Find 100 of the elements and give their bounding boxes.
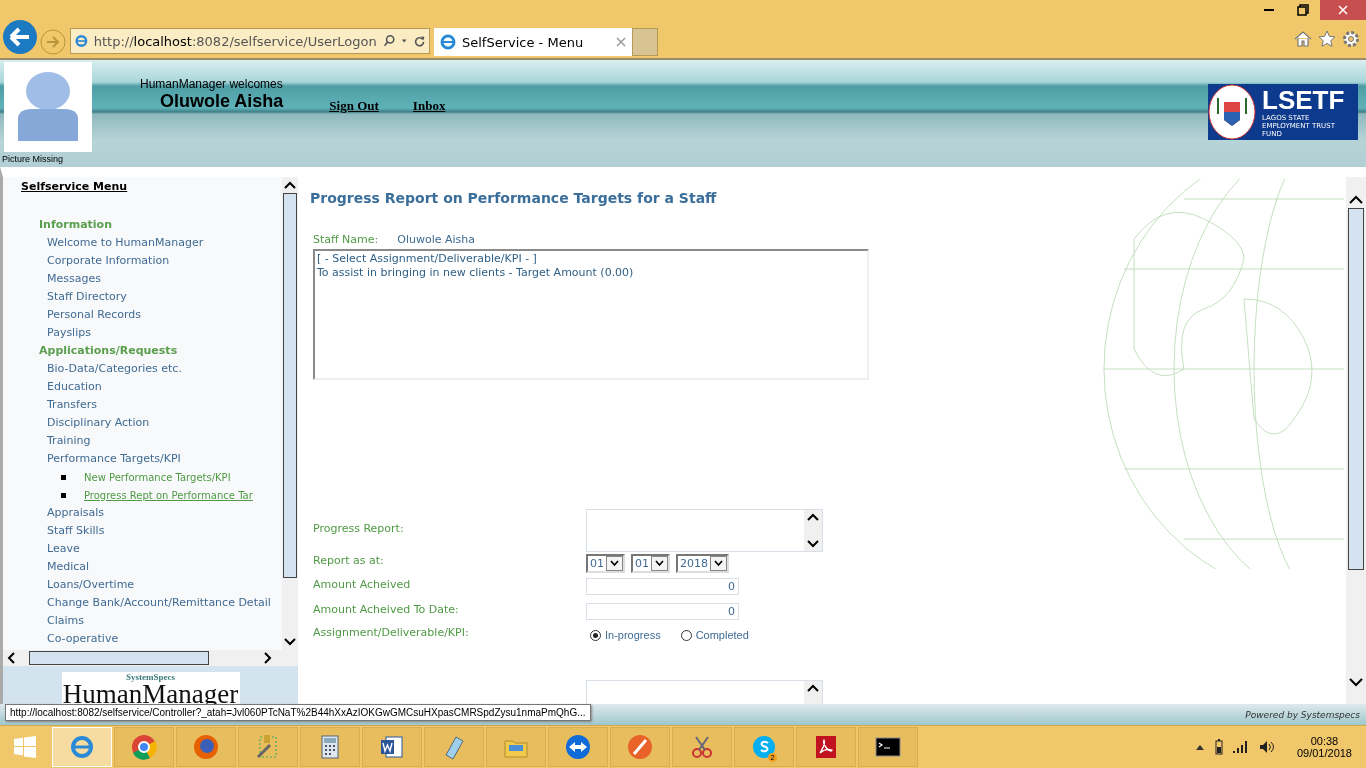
- date-dropdown[interactable]: 01: [631, 553, 670, 573]
- menu-item[interactable]: Performance Targets/KPI: [47, 450, 282, 468]
- welcome-text: HumanManager welcomes: [140, 77, 284, 91]
- caret-icon: [655, 560, 664, 566]
- settings-icon[interactable]: [1342, 30, 1360, 48]
- menu-title: Selfservice Menu: [21, 180, 129, 193]
- browser-logo-icon: [75, 33, 88, 49]
- menu-item[interactable]: Training: [47, 432, 282, 450]
- tab-title: SelfService - Menu: [462, 34, 585, 50]
- menu-item[interactable]: Medical: [47, 558, 282, 576]
- amount-label: Amount Acheived: [313, 577, 412, 593]
- bullet-icon: [61, 474, 66, 480]
- menu-item[interactable]: Staff Skills: [47, 522, 282, 540]
- menu-item[interactable]: Disciplinary Action: [47, 414, 282, 432]
- menu-item[interactable]: Personal Records: [47, 306, 282, 324]
- back-button[interactable]: [2, 19, 38, 55]
- powered-by-text: Powered by Systemspecs: [1245, 709, 1360, 720]
- menu-item[interactable]: Bio-Data/Categories etc.: [47, 360, 282, 378]
- menu-item[interactable]: Claims: [47, 612, 282, 630]
- status-label: Assignment/Deliverable/KPI:: [313, 626, 470, 641]
- scrollbar[interactable]: [1346, 177, 1366, 704]
- browser-tab[interactable]: SelfService - Menu: [434, 28, 632, 56]
- assignment-list[interactable]: [ - Select Assignment/Deliverable/KPI - ] To assist in bringing in new clients - Target Amount (0.00): [313, 249, 869, 380]
- menu-item[interactable]: Transfers: [47, 396, 282, 414]
- menu-item[interactable]: Co-operative: [47, 630, 282, 648]
- list-option[interactable]: To assist in bringing in new clients - Target Amount (0.00): [317, 266, 865, 280]
- staff-name-label: Staff Name:: [313, 233, 379, 248]
- user-name: Oluwole Aisha: [160, 91, 284, 112]
- scrollbar-thumb[interactable]: [1348, 208, 1364, 570]
- word-document-icon: [378, 733, 406, 761]
- taskbar-app[interactable]: [362, 727, 422, 767]
- page-title: Progress Report on Performance Targets for a Staff: [310, 190, 718, 206]
- address-bar[interactable]: http://localhost:8082/selfservice/UserLogon: [70, 28, 430, 54]
- radio-circle[interactable]: [680, 629, 692, 641]
- clock-time: 00:38: [1310, 735, 1339, 747]
- menu-item[interactable]: Staff Directory: [47, 288, 282, 306]
- header-link[interactable]: Sign Out: [329, 98, 379, 114]
- scrollbar-thumb[interactable]: [29, 651, 209, 665]
- star-icon[interactable]: [1318, 30, 1336, 48]
- menu-item[interactable]: Loans/Overtime: [47, 576, 282, 594]
- battery-icon[interactable]: [1214, 739, 1223, 755]
- report-date-label: Report as at:: [313, 554, 385, 569]
- skype-logo-icon: [750, 733, 778, 761]
- picture-caption: Picture Missing: [2, 154, 65, 164]
- show-hidden-icons-icon[interactable]: [1194, 743, 1205, 751]
- menu-item[interactable]: Appraisals: [47, 504, 282, 522]
- amount-field[interactable]: 0: [586, 578, 739, 595]
- date-dropdown[interactable]: 2018: [676, 553, 729, 573]
- logo-text: LSETF: [1262, 86, 1346, 114]
- menu-item[interactable]: Payslips: [47, 324, 282, 342]
- refresh-icon[interactable]: [413, 33, 425, 49]
- windows-logo-icon: [14, 736, 36, 758]
- amount-to-date-label: Amount Acheived To Date:: [313, 602, 460, 618]
- close-icon[interactable]: [616, 37, 626, 47]
- progress-report-field[interactable]: [586, 509, 823, 552]
- status-url-tooltip: http://localhost:8082/selfservice/Controller?_atah=Jvl060PTcNaT%2B44hXxAzIOKGwGMCsuHXpasCMRSpdZysu1nmaPmQhG...: [5, 704, 591, 721]
- staff-name-value: Oluwole Aisha: [397, 233, 476, 248]
- search-icon[interactable]: [382, 33, 396, 49]
- bullet-icon: [61, 492, 66, 498]
- clock-date: 09/01/2018: [1296, 747, 1352, 759]
- amount-to-date-field[interactable]: 0: [586, 603, 739, 620]
- menu-item[interactable]: Change Bank/Account/Remittance Detail: [47, 594, 282, 612]
- taskbar-app[interactable]: [858, 727, 918, 767]
- caret-icon: [610, 560, 619, 566]
- menu-item[interactable]: Welcome to HumanManager: [47, 234, 282, 252]
- logo-product: HumanManager: [62, 682, 239, 706]
- menu-section: Applications/Requests: [39, 342, 282, 360]
- browser-logo-icon: [440, 34, 456, 50]
- firefox-logo-icon: [192, 733, 220, 761]
- crest-drawing: [1208, 84, 1256, 140]
- progress-report-label: Progress Report:: [313, 521, 405, 537]
- address-text: http://localhost:8082/selfservice/UserLogon: [93, 33, 377, 49]
- scrollbar-thumb[interactable]: [283, 193, 297, 578]
- browser-logo-icon: [68, 733, 96, 761]
- taskbar-app[interactable]: [548, 727, 608, 767]
- chrome-logo-icon: [130, 733, 158, 761]
- menu-item[interactable]: Education: [47, 378, 282, 396]
- list-option[interactable]: [ - Select Assignment/Deliverable/KPI - ]: [317, 252, 865, 266]
- caret-icon: [714, 560, 723, 566]
- close-icon: [1338, 5, 1348, 15]
- menu-section: Information: [39, 216, 282, 234]
- minimize-icon: [1264, 9, 1274, 11]
- scrollbar[interactable]: [282, 177, 298, 650]
- submenu-item[interactable]: Progress Rept on Performance Tar: [84, 489, 253, 501]
- status-radio[interactable]: In-progress: [590, 629, 661, 641]
- date-dropdown[interactable]: 01: [586, 553, 625, 573]
- menu-item[interactable]: Leave: [47, 540, 282, 558]
- submenu-item[interactable]: New Performance Targets/KPI: [84, 471, 231, 483]
- remote-arrows-icon: [564, 733, 592, 761]
- volume-icon[interactable]: [1258, 740, 1275, 754]
- home-icon[interactable]: [1294, 30, 1312, 48]
- menu-item[interactable]: Messages: [47, 270, 282, 288]
- header-link[interactable]: Inbox: [412, 98, 446, 114]
- logo-brand: SystemSpecs: [126, 672, 175, 682]
- status-radio[interactable]: Completed: [680, 629, 749, 641]
- menu-item[interactable]: Corporate Information: [47, 252, 282, 270]
- scrollbar[interactable]: [3, 650, 298, 666]
- signal-bars-icon[interactable]: [1232, 740, 1249, 754]
- restore-icon: [1297, 4, 1309, 16]
- radio-circle[interactable]: [590, 629, 601, 641]
